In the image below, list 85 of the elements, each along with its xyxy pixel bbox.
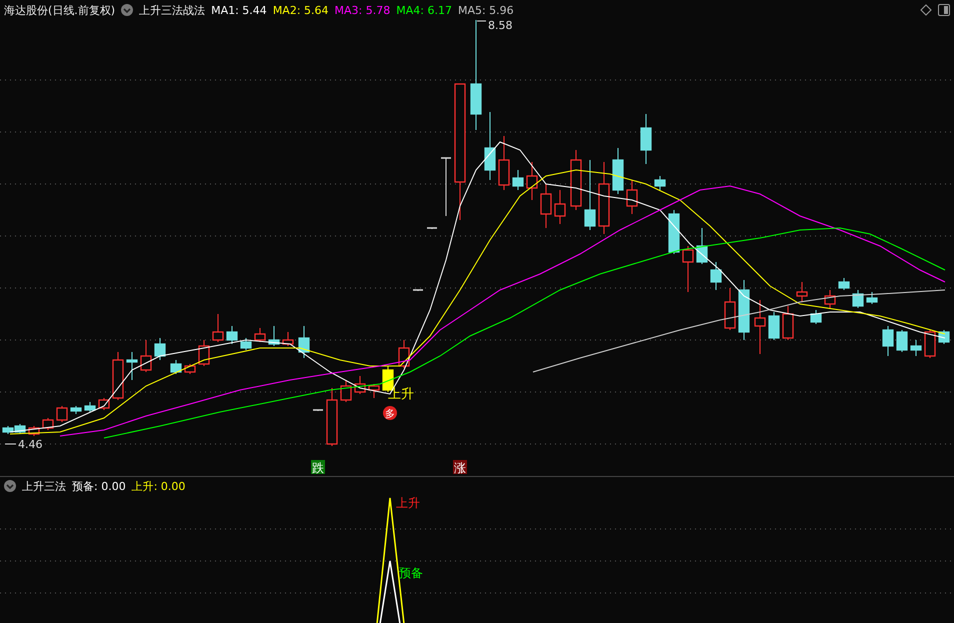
candlestick xyxy=(212,314,224,342)
chevron-down-icon[interactable] xyxy=(4,480,16,492)
candlestick xyxy=(398,340,410,368)
candlestick xyxy=(240,338,252,350)
candlestick xyxy=(924,330,936,358)
candlestick xyxy=(710,262,722,290)
candlestick xyxy=(441,157,451,216)
low-price-label: 4.46 xyxy=(18,438,42,451)
candlestick xyxy=(526,162,538,200)
candlestick xyxy=(42,418,54,430)
candlestick xyxy=(796,282,808,302)
signal-badge: 多 xyxy=(383,406,397,420)
candlestick xyxy=(838,278,850,290)
candlestick xyxy=(354,376,366,394)
candlestick xyxy=(28,426,40,436)
candlestick xyxy=(98,398,110,410)
chevron-down-icon[interactable] xyxy=(121,4,134,16)
candlestick xyxy=(612,148,624,194)
fall-badge: 跌 xyxy=(311,460,325,475)
candlestick xyxy=(170,360,182,374)
candlestick xyxy=(668,210,680,254)
indicator-value: 预备: 0.00 xyxy=(72,478,126,494)
candlestick xyxy=(140,340,152,372)
candlestick xyxy=(882,326,894,356)
candlestick xyxy=(938,330,950,344)
rise-badge: 涨 xyxy=(453,460,467,475)
candlestick xyxy=(654,176,666,190)
candlestick xyxy=(84,402,96,412)
candlestick xyxy=(254,328,266,342)
candlestick xyxy=(184,364,196,374)
moving-average-value: MA1: 5.44 xyxy=(211,4,267,16)
candlestick xyxy=(413,289,423,292)
candlestick xyxy=(554,190,566,224)
candlestick xyxy=(226,326,238,344)
candlestick xyxy=(112,352,124,400)
moving-average-value: MA2: 5.64 xyxy=(272,4,329,16)
peak-label: 上升 xyxy=(396,496,420,510)
candlestick xyxy=(512,170,524,190)
candlestick xyxy=(484,112,496,180)
candlestick xyxy=(782,306,794,340)
stock-name: 海达股份(日线.前复权) xyxy=(4,2,116,18)
candlestick xyxy=(498,136,510,190)
indicator-name: 上升三法战法 xyxy=(139,2,206,18)
candlestick xyxy=(268,326,280,346)
candlestick xyxy=(768,312,780,340)
panel-toggle-icon[interactable] xyxy=(938,4,950,16)
candlestick xyxy=(298,326,310,358)
candlestick xyxy=(810,310,822,324)
candlestick xyxy=(70,406,82,414)
candlestick xyxy=(14,424,26,434)
candlestick xyxy=(896,330,908,352)
candlestick xyxy=(56,406,68,422)
candlestick xyxy=(540,184,552,228)
candlestick xyxy=(154,338,166,360)
candlestick xyxy=(824,290,836,308)
signal-label: 上升 xyxy=(388,387,414,402)
indicator-name: 上升三法 xyxy=(22,478,66,494)
candlestick xyxy=(852,290,864,308)
candlestick xyxy=(584,160,596,230)
candlestick xyxy=(427,227,437,230)
candlestick xyxy=(866,292,878,304)
candlestick xyxy=(626,180,638,214)
candlestick xyxy=(198,340,210,366)
moving-average-value: MA4: 6.17 xyxy=(396,4,452,16)
candlestick xyxy=(326,388,338,446)
candlestick xyxy=(368,384,380,398)
peak-label: 预备 xyxy=(399,566,423,580)
candlestick xyxy=(340,380,352,402)
candlestick xyxy=(313,409,323,412)
moving-average-value: MA3: 5.78 xyxy=(334,4,390,16)
indicator-value: 上升: 0.00 xyxy=(132,478,186,494)
candlestick xyxy=(910,340,922,356)
candlestick xyxy=(126,352,138,380)
diamond-icon[interactable] xyxy=(920,4,932,16)
candlestick xyxy=(2,426,14,434)
candlestick xyxy=(724,288,736,330)
candlestick xyxy=(754,300,766,354)
candlestick xyxy=(738,280,750,340)
candlestick xyxy=(570,150,582,210)
high-price-label: 8.58 xyxy=(488,20,512,32)
candlestick xyxy=(696,228,708,264)
candlestick xyxy=(640,114,652,164)
moving-average-value: MA5: 5.96 xyxy=(458,4,514,16)
candlestick xyxy=(282,332,294,346)
candlestick xyxy=(682,246,694,292)
